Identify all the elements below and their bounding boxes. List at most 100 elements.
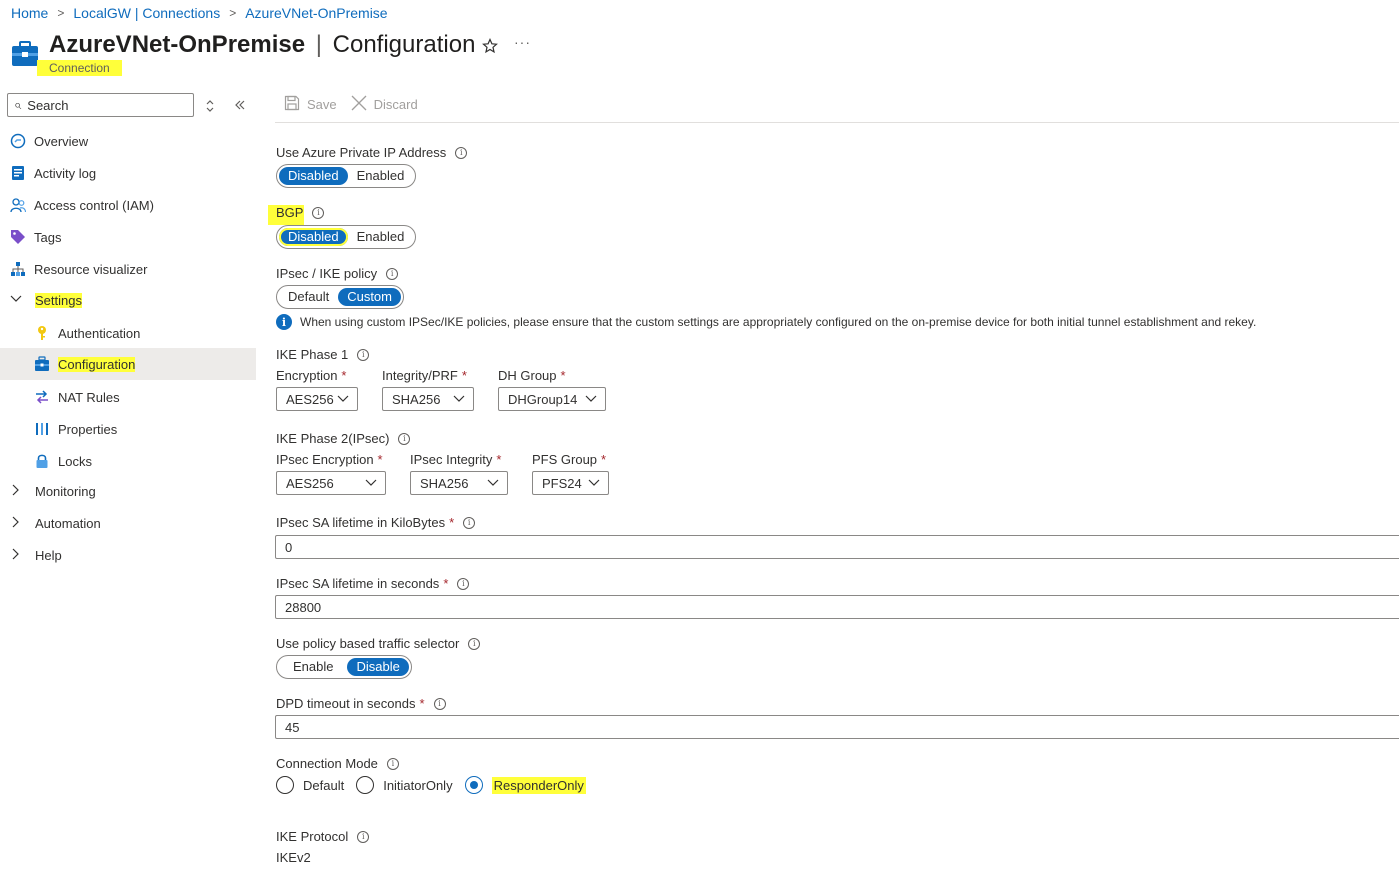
radio-circle <box>356 776 375 794</box>
people-icon <box>9 196 27 214</box>
ipsec-policy-option-default[interactable]: Default <box>279 288 338 306</box>
chevron-down-icon <box>365 479 377 486</box>
sidebar-item-automation[interactable]: Automation <box>0 507 256 539</box>
breadcrumb-connections[interactable]: LocalGW | Connections <box>73 5 220 21</box>
discard-button[interactable]: Discard <box>351 95 418 114</box>
breadcrumb-connection[interactable]: AzureVNet-OnPremise <box>245 5 387 21</box>
sidebar-item-authentication[interactable]: Authentication <box>0 317 256 349</box>
radio-circle-selected <box>464 776 483 794</box>
phase2-encryption-dropdown[interactable]: AES256 <box>276 471 386 495</box>
save-icon <box>284 95 300 114</box>
sort-icon[interactable] <box>205 100 215 112</box>
dpd-input[interactable]: 45 <box>275 715 1399 739</box>
sidebar-item-activity-log[interactable]: Activity log <box>0 157 256 189</box>
info-icon[interactable]: i <box>433 697 446 710</box>
phase1-dh-group-dropdown[interactable]: DHGroup14 <box>498 387 606 411</box>
more-options-icon[interactable]: ··· <box>514 34 531 50</box>
sidebar-item-settings[interactable]: Settings <box>0 284 256 316</box>
lock-icon <box>33 452 51 470</box>
info-icon[interactable]: i <box>312 206 325 219</box>
sidebar-item-properties[interactable]: Properties <box>0 413 256 445</box>
phase2-pfs-group-dropdown[interactable]: PFS24 <box>532 471 609 495</box>
bgp-label-text: BGP <box>276 205 304 220</box>
phase2-integrity-label: IPsec Integrity * <box>410 452 501 467</box>
phase2-integrity-dropdown[interactable]: SHA256 <box>410 471 508 495</box>
connection-toolbox-icon <box>12 41 38 66</box>
sa-kb-value: 0 <box>285 539 293 555</box>
info-icon[interactable]: i <box>457 577 470 590</box>
info-icon[interactable]: i <box>357 348 370 361</box>
key-icon <box>33 324 51 342</box>
sidebar-item-overview[interactable]: Overview <box>0 125 256 157</box>
phase1-encryption-dropdown[interactable]: AES256 <box>276 387 358 411</box>
star-icon[interactable] <box>482 38 498 54</box>
radio-circle <box>276 776 294 794</box>
info-icon[interactable]: i <box>357 830 370 843</box>
phase1-dh-group-label-text: DH Group <box>498 368 557 383</box>
sa-seconds-label: IPsec SA lifetime in seconds * i <box>276 576 470 591</box>
chevron-right-icon: > <box>229 6 237 20</box>
ipsec-policy-label: IPsec / IKE policy i <box>276 266 399 281</box>
info-icon[interactable]: i <box>398 432 411 445</box>
ike-phase2-label-text: IKE Phase 2(IPsec) <box>276 431 390 446</box>
private-ip-option-enabled[interactable]: Enabled <box>348 167 414 185</box>
bgp-option-disabled[interactable]: Disabled <box>279 228 348 246</box>
hierarchy-icon <box>9 260 27 278</box>
chevron-right-icon <box>9 548 23 563</box>
ike-phase1-label: IKE Phase 1 i <box>276 347 370 362</box>
traffic-selector-option-disable[interactable]: Disable <box>347 658 409 676</box>
search-input[interactable] <box>25 96 176 114</box>
traffic-selector-option-enable[interactable]: Enable <box>279 658 347 676</box>
sidebar-item-label: NAT Rules <box>58 389 120 405</box>
sidebar-item-label: Tags <box>34 229 62 245</box>
resource-name: AzureVNet-OnPremise <box>49 31 306 58</box>
info-icon[interactable]: i <box>455 146 468 159</box>
breadcrumb-home[interactable]: Home <box>11 5 48 21</box>
sidebar-item-resource-visualizer[interactable]: Resource visualizer <box>0 253 256 285</box>
sidebar-item-monitoring[interactable]: Monitoring <box>0 475 256 507</box>
sidebar-item-tags[interactable]: Tags <box>0 221 256 253</box>
phase1-integrity-label-text: Integrity/PRF <box>382 368 458 383</box>
search-box[interactable]: ⌕ <box>7 93 194 117</box>
search-icon: ⌕ <box>14 97 22 112</box>
phase1-integrity-dropdown[interactable]: SHA256 <box>382 387 474 411</box>
traffic-selector-label: Use policy based traffic selector i <box>276 636 481 651</box>
info-icon[interactable]: i <box>463 516 476 529</box>
info-icon[interactable]: i <box>468 637 481 650</box>
sa-kb-label: IPsec SA lifetime in KiloBytes * i <box>276 515 476 530</box>
sidebar-item-access-control[interactable]: Access control (IAM) <box>0 189 256 221</box>
ipsec-policy-option-custom[interactable]: Custom <box>338 288 401 306</box>
sidebar-item-label: Automation <box>35 515 101 531</box>
connection-mode-label-text: Connection Mode <box>276 756 378 771</box>
info-icon[interactable]: i <box>386 757 399 770</box>
private-ip-option-disabled[interactable]: Disabled <box>279 167 348 185</box>
required-mark: * <box>461 368 467 383</box>
connection-mode-radio-group: Default InitiatorOnly ResponderOnly <box>276 776 598 794</box>
sidebar-item-nat-rules[interactable]: NAT Rules <box>0 381 256 413</box>
sidebar-item-label: Properties <box>58 421 118 437</box>
bgp-option-enabled[interactable]: Enabled <box>348 228 414 246</box>
phase1-integrity-label: Integrity/PRF * <box>382 368 467 383</box>
sidebar-item-locks[interactable]: Locks <box>0 445 256 477</box>
phase2-encryption-label: IPsec Encryption * <box>276 452 383 467</box>
activity-log-icon <box>9 164 27 182</box>
private-ip-label: Use Azure Private IP Address i <box>276 145 468 160</box>
connection-mode-initiator-radio[interactable]: InitiatorOnly <box>356 776 453 794</box>
collapse-icon[interactable] <box>234 99 246 111</box>
sidebar-item-label: Configuration <box>58 356 136 372</box>
connection-mode-responder-radio[interactable]: ResponderOnly <box>464 776 586 794</box>
phase2-pfs-group-label: PFS Group * <box>532 452 606 467</box>
sidebar-item-help[interactable]: Help <box>0 539 256 571</box>
save-button[interactable]: Save <box>284 95 337 114</box>
resource-type: Connection <box>37 60 122 76</box>
sa-seconds-input[interactable]: 28800 <box>275 595 1399 619</box>
save-label: Save <box>307 97 337 112</box>
tag-icon <box>9 228 27 246</box>
sa-kb-input[interactable]: 0 <box>275 535 1399 559</box>
sidebar-item-configuration[interactable]: Configuration <box>0 348 256 380</box>
info-icon[interactable]: i <box>386 267 399 280</box>
connection-mode-default-radio[interactable]: Default <box>276 776 344 794</box>
chevron-down-icon <box>453 395 465 402</box>
traffic-selector-toggle: Enable Disable <box>276 655 412 679</box>
radio-label: ResponderOnly <box>491 776 586 794</box>
